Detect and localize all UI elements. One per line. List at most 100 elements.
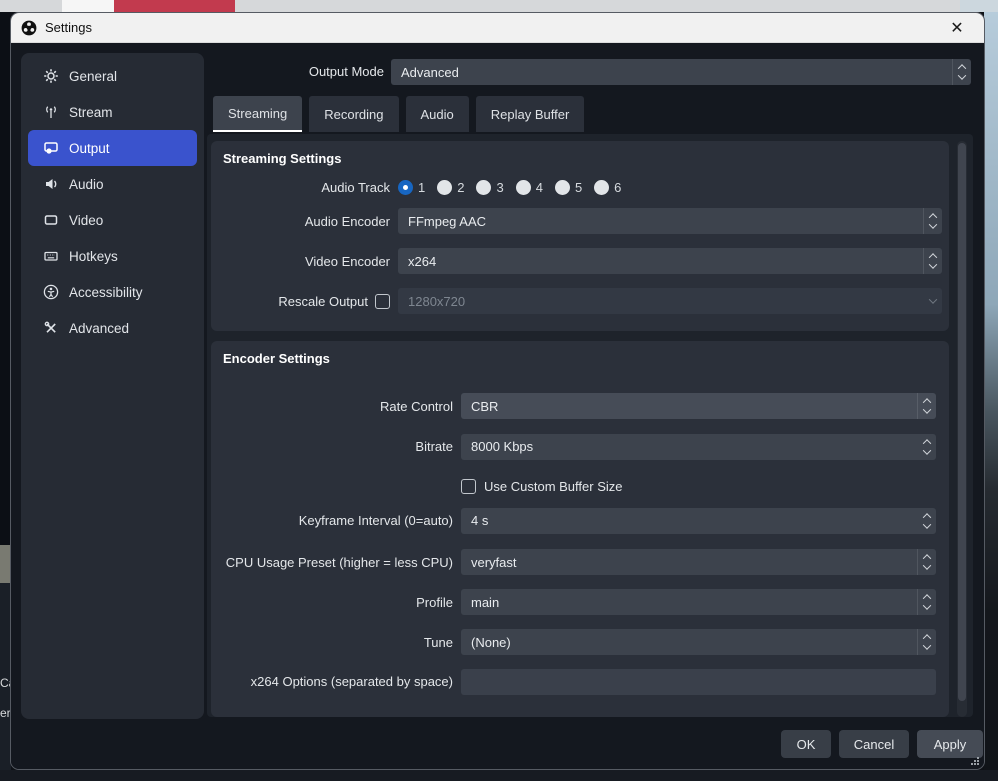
- output-icon: [43, 140, 59, 156]
- sidebar-item-video[interactable]: Video: [28, 202, 197, 238]
- streaming-settings-group: Streaming Settings Audio Track 1 2: [211, 141, 949, 331]
- audio-track-label: Audio Track: [223, 180, 390, 195]
- radio-selected-icon[interactable]: [398, 180, 413, 195]
- x264-options-row: x264 Options (separated by space): [223, 668, 936, 695]
- sidebar-item-output[interactable]: Output: [28, 130, 197, 166]
- obs-logo-icon: [21, 20, 37, 36]
- spinner-icon[interactable]: [952, 59, 971, 85]
- x264-options-input[interactable]: [461, 669, 936, 695]
- video-encoder-row: Video Encoder x264: [223, 248, 942, 274]
- scrollbar-thumb[interactable]: [958, 143, 966, 701]
- background-sky-segment: [960, 0, 998, 12]
- encoder-settings-group: Encoder Settings Rate Control CBR Bitrat…: [211, 341, 949, 717]
- rate-control-value: CBR: [471, 399, 498, 414]
- radio-label: 1: [418, 180, 425, 195]
- apply-button[interactable]: Apply: [917, 730, 983, 758]
- video-encoder-select[interactable]: x264: [398, 248, 942, 274]
- tab-streaming[interactable]: Streaming: [213, 96, 302, 132]
- window-title: Settings: [45, 20, 92, 35]
- custom-buffer-checkbox[interactable]: [461, 479, 476, 494]
- spinner-icon[interactable]: [923, 208, 942, 234]
- keyframe-spinbox[interactable]: 4 s: [461, 508, 936, 534]
- sidebar-item-label: Advanced: [69, 321, 129, 336]
- cpu-preset-value: veryfast: [471, 555, 517, 570]
- sidebar-item-label: General: [69, 69, 117, 84]
- antenna-icon: [43, 104, 59, 120]
- sidebar-item-audio[interactable]: Audio: [28, 166, 197, 202]
- rescale-output-row: Rescale Output 1280x720: [223, 288, 942, 314]
- keyframe-label: Keyframe Interval (0=auto): [223, 513, 453, 528]
- audio-track-option-5[interactable]: 5: [555, 180, 582, 195]
- vertical-scrollbar[interactable]: [957, 141, 967, 717]
- x264-options-label: x264 Options (separated by space): [223, 674, 453, 689]
- background-red-segment: [114, 0, 235, 12]
- tools-icon: [43, 320, 59, 336]
- radio-label: 4: [536, 180, 543, 195]
- settings-sidebar: General Stream Output: [21, 53, 204, 719]
- cpu-preset-row: CPU Usage Preset (higher = less CPU) ver…: [223, 549, 936, 575]
- spinner-icon[interactable]: [923, 248, 942, 274]
- resize-grip[interactable]: [969, 755, 979, 765]
- bitrate-spinbox[interactable]: 8000 Kbps: [461, 434, 936, 460]
- output-tabs: Streaming Recording Audio Replay Buffer: [213, 96, 584, 132]
- chevron-down-icon: [923, 288, 942, 314]
- tab-recording[interactable]: Recording: [309, 96, 398, 132]
- spinner-icon[interactable]: [917, 589, 936, 615]
- spinbox-arrows-icon[interactable]: [924, 434, 930, 460]
- profile-select[interactable]: main: [461, 589, 936, 615]
- title-bar[interactable]: Settings ✕: [11, 13, 984, 43]
- rescale-resolution-value: 1280x720: [408, 294, 465, 309]
- spinner-icon[interactable]: [917, 393, 936, 419]
- sidebar-item-hotkeys[interactable]: Hotkeys: [28, 238, 197, 274]
- accessibility-icon: [43, 284, 59, 300]
- gear-icon: [43, 68, 59, 84]
- output-mode-select[interactable]: Advanced: [391, 59, 971, 85]
- dialog-body: General Stream Output: [11, 43, 984, 769]
- sidebar-item-accessibility[interactable]: Accessibility: [28, 274, 197, 310]
- radio-icon[interactable]: [476, 180, 491, 195]
- audio-track-option-4[interactable]: 4: [516, 180, 543, 195]
- spinner-icon[interactable]: [917, 549, 936, 575]
- spinner-icon[interactable]: [917, 629, 936, 655]
- audio-track-option-3[interactable]: 3: [476, 180, 503, 195]
- ok-button[interactable]: OK: [781, 730, 831, 758]
- spinbox-arrows-icon[interactable]: [924, 508, 930, 534]
- keyframe-row: Keyframe Interval (0=auto) 4 s: [223, 507, 936, 534]
- audio-track-option-2[interactable]: 2: [437, 180, 464, 195]
- sidebar-item-general[interactable]: General: [28, 58, 197, 94]
- sidebar-item-label: Stream: [69, 105, 113, 120]
- radio-label: 6: [614, 180, 621, 195]
- tune-label: Tune: [223, 635, 453, 650]
- radio-icon[interactable]: [516, 180, 531, 195]
- audio-track-option-1[interactable]: 1: [398, 180, 425, 195]
- audio-track-option-6[interactable]: 6: [594, 180, 621, 195]
- sidebar-item-stream[interactable]: Stream: [28, 94, 197, 130]
- tune-row: Tune (None): [223, 629, 936, 655]
- sidebar-item-advanced[interactable]: Advanced: [28, 310, 197, 346]
- close-button[interactable]: ✕: [940, 13, 974, 43]
- background-window-segment: [62, 0, 115, 12]
- cpu-preset-select[interactable]: veryfast: [461, 549, 936, 575]
- desktop-background-bottom: [0, 770, 998, 781]
- settings-content: Streaming Settings Audio Track 1 2: [207, 134, 973, 717]
- tune-select[interactable]: (None): [461, 629, 936, 655]
- radio-label: 3: [496, 180, 503, 195]
- radio-icon[interactable]: [594, 180, 609, 195]
- cancel-button[interactable]: Cancel: [839, 730, 909, 758]
- tab-replay-buffer[interactable]: Replay Buffer: [476, 96, 585, 132]
- audio-track-radio-group: 1 2 3 4: [398, 180, 942, 195]
- display-icon: [43, 212, 59, 228]
- radio-icon[interactable]: [555, 180, 570, 195]
- desktop-background-top: [0, 0, 998, 12]
- video-encoder-label: Video Encoder: [223, 254, 390, 269]
- radio-label: 5: [575, 180, 582, 195]
- rate-control-select[interactable]: CBR: [461, 393, 936, 419]
- audio-encoder-select[interactable]: FFmpeg AAC: [398, 208, 942, 234]
- sidebar-item-label: Output: [69, 141, 110, 156]
- speaker-icon: [43, 176, 59, 192]
- tab-audio[interactable]: Audio: [406, 96, 469, 132]
- rescale-output-checkbox[interactable]: [375, 294, 390, 309]
- cpu-preset-label: CPU Usage Preset (higher = less CPU): [223, 555, 453, 570]
- radio-icon[interactable]: [437, 180, 452, 195]
- rate-control-row: Rate Control CBR: [223, 393, 936, 419]
